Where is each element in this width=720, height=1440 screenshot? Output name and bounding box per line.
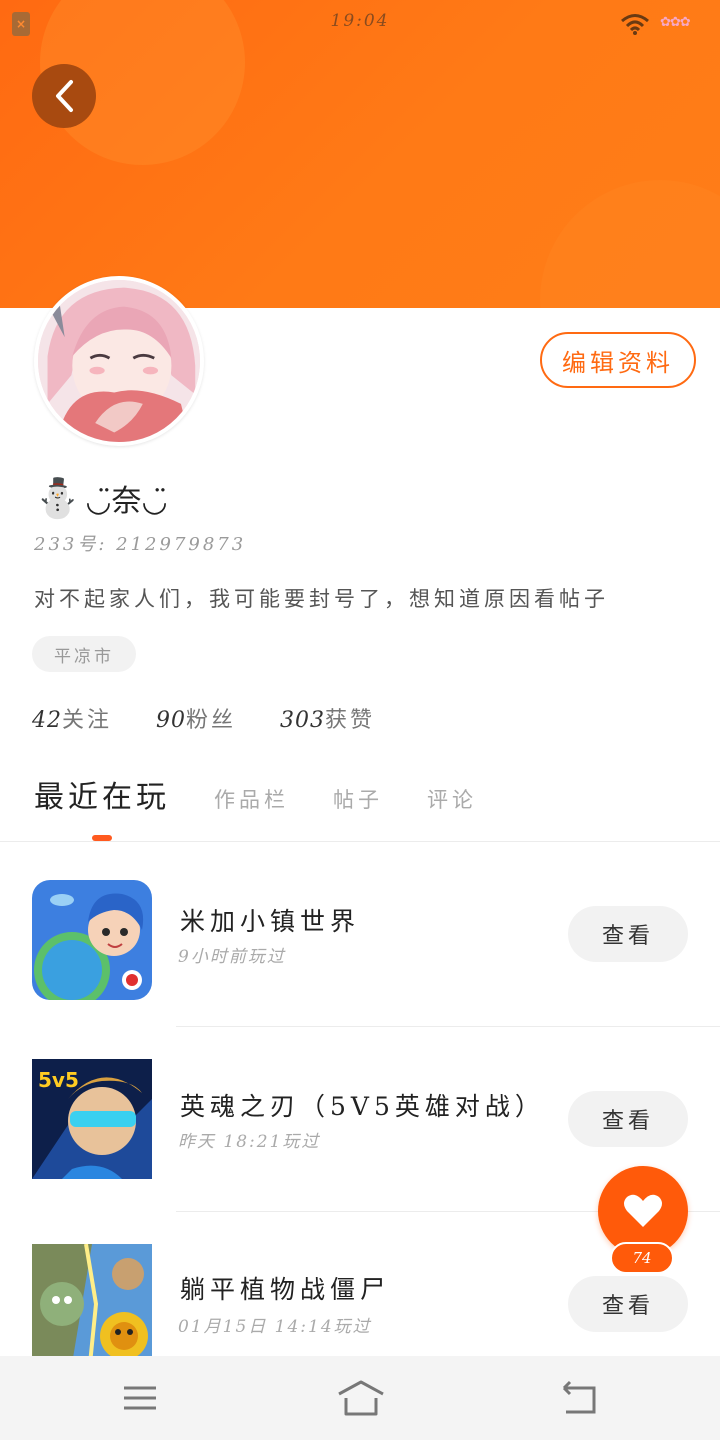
game-icon-miga <box>32 880 152 1000</box>
stat-label: 粉丝 <box>186 708 237 733</box>
game-played-time: 9小时前玩过 <box>178 947 286 967</box>
notification-icons: ✿✿✿ <box>660 15 691 30</box>
view-button[interactable]: 查看 <box>568 1276 688 1332</box>
game-title: 英魂之刃（5V5英雄对战） <box>180 1092 545 1121</box>
view-button[interactable]: 查看 <box>568 1091 688 1147</box>
stat-value: 90 <box>156 708 187 733</box>
stat-label: 获赞 <box>325 708 376 733</box>
back-button[interactable] <box>32 64 96 128</box>
tab-recently-played[interactable]: 最近在玩 <box>34 772 170 816</box>
username: ◡̈奈◡̈ <box>85 484 168 519</box>
stat-label: 关注 <box>62 708 113 733</box>
username-row: ⛄ ◡̈奈◡̈ <box>34 474 168 522</box>
user-id: 233号: 212979873 <box>34 534 247 555</box>
game-icon-soul-blade: 5v5 <box>32 1059 152 1179</box>
edit-profile-button[interactable]: 编辑资料 <box>540 332 696 388</box>
wifi-icon <box>621 14 649 35</box>
back-nav-icon[interactable] <box>560 1378 600 1418</box>
stat-following[interactable]: 42 关注 <box>32 702 112 734</box>
menu-icon[interactable] <box>120 1378 160 1418</box>
list-item[interactable]: 米加小镇世界 9小时前玩过 查看 <box>0 842 720 1027</box>
profile-tabs: 最近在玩 作品栏 帖子 评论 <box>34 772 521 816</box>
tab-posts[interactable]: 帖子 <box>333 784 383 814</box>
game-played-time: 01月15日 14:14玩过 <box>178 1317 372 1337</box>
stat-value: 42 <box>32 708 62 733</box>
game-title: 躺平植物战僵尸 <box>180 1275 391 1304</box>
view-button[interactable]: 查看 <box>568 906 688 962</box>
stat-likes[interactable]: 303 获赞 <box>280 702 375 734</box>
game-played-time: 昨天 18:21玩过 <box>178 1132 321 1152</box>
snowman-icon: ⛄ <box>34 475 82 520</box>
svg-text:5v5: 5v5 <box>38 1068 79 1092</box>
game-icon-pvz <box>32 1244 152 1356</box>
stat-followers[interactable]: 90 粉丝 <box>156 702 236 734</box>
home-icon[interactable] <box>336 1378 386 1418</box>
profile-header: × 19:04 ✿✿✿ <box>0 0 720 308</box>
status-time: 19:04 <box>330 11 390 31</box>
bio: 对不起家人们，我可能要封号了，想知道原因看帖子 <box>34 587 609 611</box>
avatar[interactable] <box>34 276 204 446</box>
game-title: 米加小镇世界 <box>180 907 361 936</box>
heart-icon <box>624 1194 662 1227</box>
tab-works[interactable]: 作品栏 <box>214 784 289 814</box>
chevron-left-icon <box>56 80 73 112</box>
tab-comments[interactable]: 评论 <box>427 784 477 814</box>
status-bar: × 19:04 ✿✿✿ <box>0 0 720 46</box>
stat-value: 303 <box>280 708 326 733</box>
system-nav-bar <box>0 1356 720 1440</box>
like-count: 74 <box>610 1242 674 1274</box>
location-tag: 平凉市 <box>32 636 136 672</box>
avatar-image <box>38 280 200 442</box>
stats-row: 42 关注 90 粉丝 303 获赞 <box>32 702 419 734</box>
